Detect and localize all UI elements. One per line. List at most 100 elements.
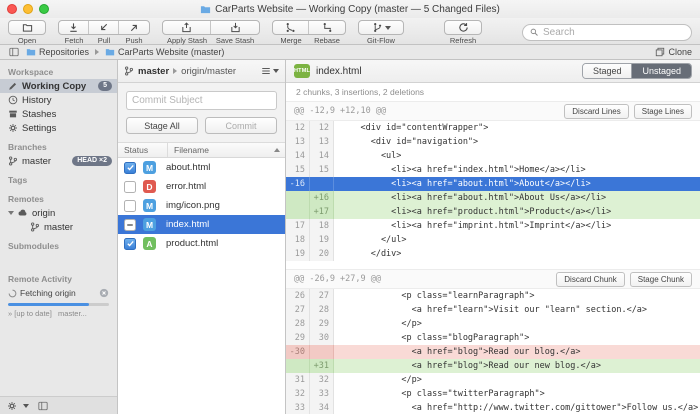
stage-checkbox[interactable] (124, 162, 136, 174)
sidebar-item-working-copy[interactable]: Working Copy5 (0, 79, 117, 93)
new-line-number: 18 (310, 219, 334, 233)
sync-group: Fetch Pull Push (58, 20, 150, 45)
stage-checkbox[interactable] (124, 200, 136, 212)
open-label: Open (9, 36, 45, 45)
stage-button[interactable]: Stage Lines (634, 104, 692, 119)
list-menu-icon (261, 66, 271, 76)
action-menu-caret-icon[interactable] (23, 404, 29, 408)
sidebar-toggle-icon[interactable] (8, 47, 20, 57)
file-row-about-html[interactable]: Mabout.html (118, 158, 285, 177)
stage-checkbox[interactable] (124, 238, 136, 250)
action-gear-icon[interactable] (7, 401, 17, 411)
stage-all-button[interactable]: Stage All (126, 117, 198, 134)
fetch-button[interactable] (59, 21, 89, 34)
old-line-number (286, 191, 310, 205)
discard-button[interactable]: Discard Chunk (556, 272, 624, 287)
diff-line[interactable]: 1212 <div id="contentWrapper"> (286, 121, 700, 135)
clone-button[interactable]: Clone (655, 47, 692, 57)
search-field[interactable] (522, 24, 692, 41)
save-stash-button[interactable] (211, 21, 259, 34)
file-list-menu-button[interactable] (261, 66, 279, 76)
diff-line[interactable]: +31 <a href="blog">Read our new blog.</a… (286, 359, 700, 373)
rebase-button[interactable] (309, 21, 345, 34)
push-button[interactable] (119, 21, 149, 34)
git-flow-icon (372, 22, 383, 33)
discard-button[interactable]: Discard Lines (564, 104, 628, 119)
search-input[interactable] (543, 27, 684, 38)
commit-button[interactable]: Commit (205, 117, 277, 134)
staged-tab[interactable]: Staged (583, 64, 633, 78)
old-line-number: 19 (286, 247, 310, 261)
diff-line[interactable]: 2728 <a href="learn">Visit our "learn" s… (286, 303, 700, 317)
new-line-number: 33 (310, 387, 334, 401)
new-line-number: 14 (310, 149, 334, 163)
old-line-number: 31 (286, 373, 310, 387)
diff-line[interactable]: 1819 </ul> (286, 233, 700, 247)
sidebar-item-label: master (44, 222, 73, 233)
tracking-branch-label: origin/master (181, 66, 236, 77)
diff-line[interactable]: +17 <li><a href="product.html">Product</… (286, 205, 700, 219)
diff-line[interactable]: 3132 </p> (286, 373, 700, 387)
breadcrumb-current-repo[interactable]: CarParts Website (master) (105, 47, 224, 57)
fetch-progress-fill (8, 303, 89, 306)
diff-line[interactable]: 1515 <li><a href="index.html">Home</a></… (286, 163, 700, 177)
merge-button[interactable] (273, 21, 309, 34)
status-column-header[interactable]: Status (118, 143, 168, 157)
diff-code: <a href="learn">Visit our "learn" sectio… (334, 303, 700, 317)
sidebar-item-master[interactable]: masterHEAD ×2 (0, 154, 117, 168)
pull-button[interactable] (89, 21, 119, 34)
chunk-range-label: @@ -26,9 +27,9 @@ (294, 274, 381, 284)
view-options-icon[interactable] (37, 401, 49, 411)
sidebar-item-history[interactable]: History (0, 93, 117, 107)
fetch-progress-bar (8, 303, 109, 306)
unstaged-tab[interactable]: Unstaged (632, 64, 691, 78)
filename-column-header[interactable]: Filename (168, 145, 285, 155)
diff-line[interactable]: 2829 </p> (286, 317, 700, 331)
diff-line[interactable]: -16 <li><a href="about.html">About</a></… (286, 177, 700, 191)
push-icon (129, 22, 140, 33)
sidebar-item-stashes[interactable]: Stashes (0, 107, 117, 121)
cancel-fetch-button[interactable] (99, 288, 109, 298)
sidebar-item-master[interactable]: master (0, 220, 117, 234)
new-line-number: 19 (310, 233, 334, 247)
diff-line[interactable]: 1920 </div> (286, 247, 700, 261)
refresh-button[interactable] (445, 21, 481, 34)
commit-subject-input[interactable] (126, 91, 277, 110)
git-flow-button[interactable] (359, 21, 403, 34)
file-row-index-html[interactable]: Mindex.html (118, 215, 285, 234)
clone-label: Clone (668, 47, 692, 57)
diff-line[interactable]: -30 <a href="blog">Read our blog.</a> (286, 345, 700, 359)
open-button[interactable] (9, 21, 45, 34)
save-stash-label: Save Stash (211, 36, 259, 45)
new-line-number: 15 (310, 163, 334, 177)
stage-button[interactable]: Stage Chunk (630, 272, 692, 287)
sidebar-item-label: master (22, 156, 51, 167)
fetch-icon (68, 22, 79, 33)
diff-line[interactable]: 3233 <p class="twitterParagraph"> (286, 387, 700, 401)
file-row-img-icon-png[interactable]: Mimg/icon.png (118, 196, 285, 215)
diff-line[interactable]: 2627 <p class="learnParagraph"> (286, 289, 700, 303)
file-name: error.html (166, 181, 206, 192)
disclosure-triangle-icon[interactable] (8, 211, 14, 215)
diff-line[interactable]: 2930 <p class="blogParagraph"> (286, 331, 700, 345)
diff-line[interactable]: 3334 <a href="http://www.twitter.com/git… (286, 401, 700, 414)
close-window-button[interactable] (7, 4, 17, 14)
stage-checkbox[interactable] (124, 181, 136, 193)
old-line-number: 12 (286, 121, 310, 135)
sidebar-item-settings[interactable]: Settings (0, 121, 117, 135)
diff-line[interactable]: 1718 <li><a href="imprint.html">Imprint<… (286, 219, 700, 233)
diff-line[interactable]: +16 <li><a href="about.html">About Us</a… (286, 191, 700, 205)
breadcrumb-repositories[interactable]: Repositories (26, 47, 89, 57)
stage-checkbox[interactable] (124, 219, 136, 231)
sidebar-item-origin[interactable]: origin (0, 206, 117, 220)
diff-line[interactable]: 1313 <div id="navigation"> (286, 135, 700, 149)
file-row-product-html[interactable]: Aproduct.html (118, 234, 285, 253)
apply-stash-button[interactable] (163, 21, 211, 34)
git-flow-label: Git-Flow (359, 36, 403, 45)
diff-line[interactable]: 1414 <ul> (286, 149, 700, 163)
minimize-window-button[interactable] (23, 4, 33, 14)
zoom-window-button[interactable] (39, 4, 49, 14)
diff-code: <a href="http://www.twitter.com/gittower… (334, 401, 700, 414)
sort-ascending-icon (274, 148, 280, 152)
file-row-error-html[interactable]: Derror.html (118, 177, 285, 196)
